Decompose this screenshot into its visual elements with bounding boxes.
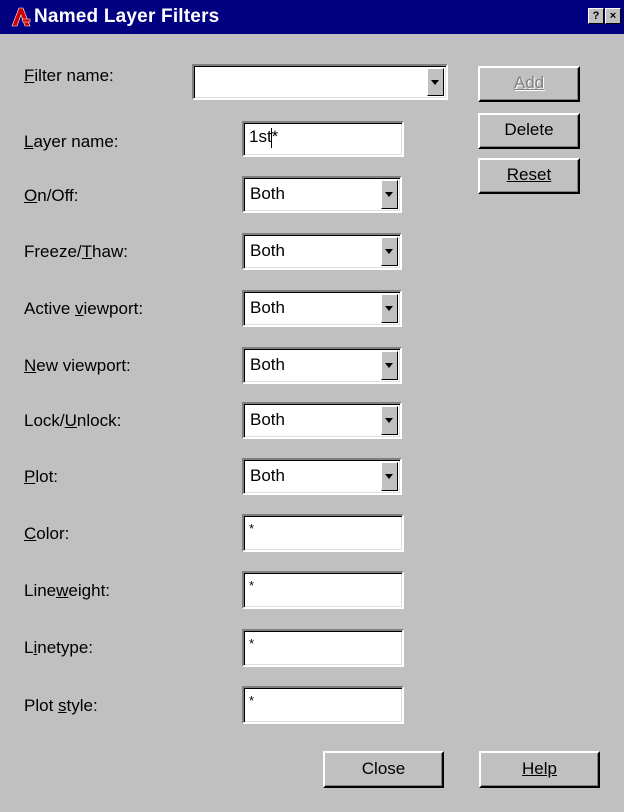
on-off-label: On/Off: xyxy=(24,186,79,205)
active-viewport-select[interactable]: Both xyxy=(242,290,402,327)
filter-name-label: Filter name: xyxy=(24,66,114,85)
chevron-down-icon xyxy=(385,474,393,479)
lineweight-label: Lineweight: xyxy=(24,581,111,600)
lineweight-input[interactable]: * xyxy=(242,571,404,609)
plot-select[interactable]: Both xyxy=(242,458,402,495)
on-off-select[interactable]: Both xyxy=(242,176,402,213)
freeze-thaw-label: Freeze/Thaw: xyxy=(24,242,128,261)
lock-unlock-dropdown-button[interactable] xyxy=(381,406,398,435)
filter-name-dropdown-button[interactable] xyxy=(427,68,444,96)
on-off-value: Both xyxy=(250,184,285,203)
chevron-down-icon xyxy=(431,80,439,85)
help-button[interactable]: Help xyxy=(479,751,600,788)
window-title: Named Layer Filters xyxy=(34,6,220,27)
plot-value: Both xyxy=(250,466,285,485)
filter-name-combo[interactable] xyxy=(192,64,448,100)
close-icon[interactable]: × xyxy=(605,8,621,24)
chevron-down-icon xyxy=(385,192,393,197)
help-button-label: Help xyxy=(522,759,557,778)
named-layer-filters-dialog: Named Layer Filters ? × Filter name: Lay… xyxy=(0,0,624,812)
freeze-thaw-select[interactable]: Both xyxy=(242,233,402,270)
active-viewport-dropdown-button[interactable] xyxy=(381,294,398,323)
add-button[interactable]: Add xyxy=(478,66,580,102)
reset-button-label: Reset xyxy=(506,165,552,184)
layer-name-input[interactable]: 1st* xyxy=(242,121,404,157)
plot-style-label: Plot style: xyxy=(24,696,98,715)
plot-label: Plot: xyxy=(24,467,59,486)
close-button-label: Close xyxy=(361,759,406,778)
delete-button[interactable]: Delete xyxy=(478,113,580,149)
new-viewport-value: Both xyxy=(250,355,285,374)
autocad-logo-icon xyxy=(11,7,31,27)
layer-name-value: 1st* xyxy=(249,127,279,146)
color-label: Color: xyxy=(24,524,70,543)
close-button[interactable]: Close xyxy=(323,751,444,788)
active-viewport-value: Both xyxy=(250,298,285,317)
chevron-down-icon xyxy=(385,418,393,423)
add-button-label: Add xyxy=(513,73,545,92)
lineweight-value: * xyxy=(249,578,255,593)
linetype-input[interactable]: * xyxy=(242,629,404,667)
delete-button-label: Delete xyxy=(504,120,554,139)
plot-dropdown-button[interactable] xyxy=(381,462,398,491)
title-bar[interactable]: Named Layer Filters ? × xyxy=(0,0,624,34)
color-value: * xyxy=(249,521,255,536)
lock-unlock-label: Lock/Unlock: xyxy=(24,411,122,430)
plot-style-input[interactable]: * xyxy=(242,686,404,724)
color-input[interactable]: * xyxy=(242,514,404,552)
layer-name-label: Layer name: xyxy=(24,132,119,151)
text-cursor xyxy=(271,128,272,148)
new-viewport-label: New viewport: xyxy=(24,356,131,375)
linetype-label: Linetype: xyxy=(24,638,94,657)
on-off-dropdown-button[interactable] xyxy=(381,180,398,209)
lock-unlock-select[interactable]: Both xyxy=(242,402,402,439)
new-viewport-select[interactable]: Both xyxy=(242,347,402,384)
plot-style-value: * xyxy=(249,693,255,708)
chevron-down-icon xyxy=(385,363,393,368)
active-viewport-label: Active viewport: xyxy=(24,299,144,318)
linetype-value: * xyxy=(249,636,255,651)
freeze-thaw-dropdown-button[interactable] xyxy=(381,237,398,266)
reset-button[interactable]: Reset xyxy=(478,158,580,194)
chevron-down-icon xyxy=(385,306,393,311)
lock-unlock-value: Both xyxy=(250,410,285,429)
freeze-thaw-value: Both xyxy=(250,241,285,260)
chevron-down-icon xyxy=(385,249,393,254)
help-icon[interactable]: ? xyxy=(588,8,604,24)
new-viewport-dropdown-button[interactable] xyxy=(381,351,398,380)
